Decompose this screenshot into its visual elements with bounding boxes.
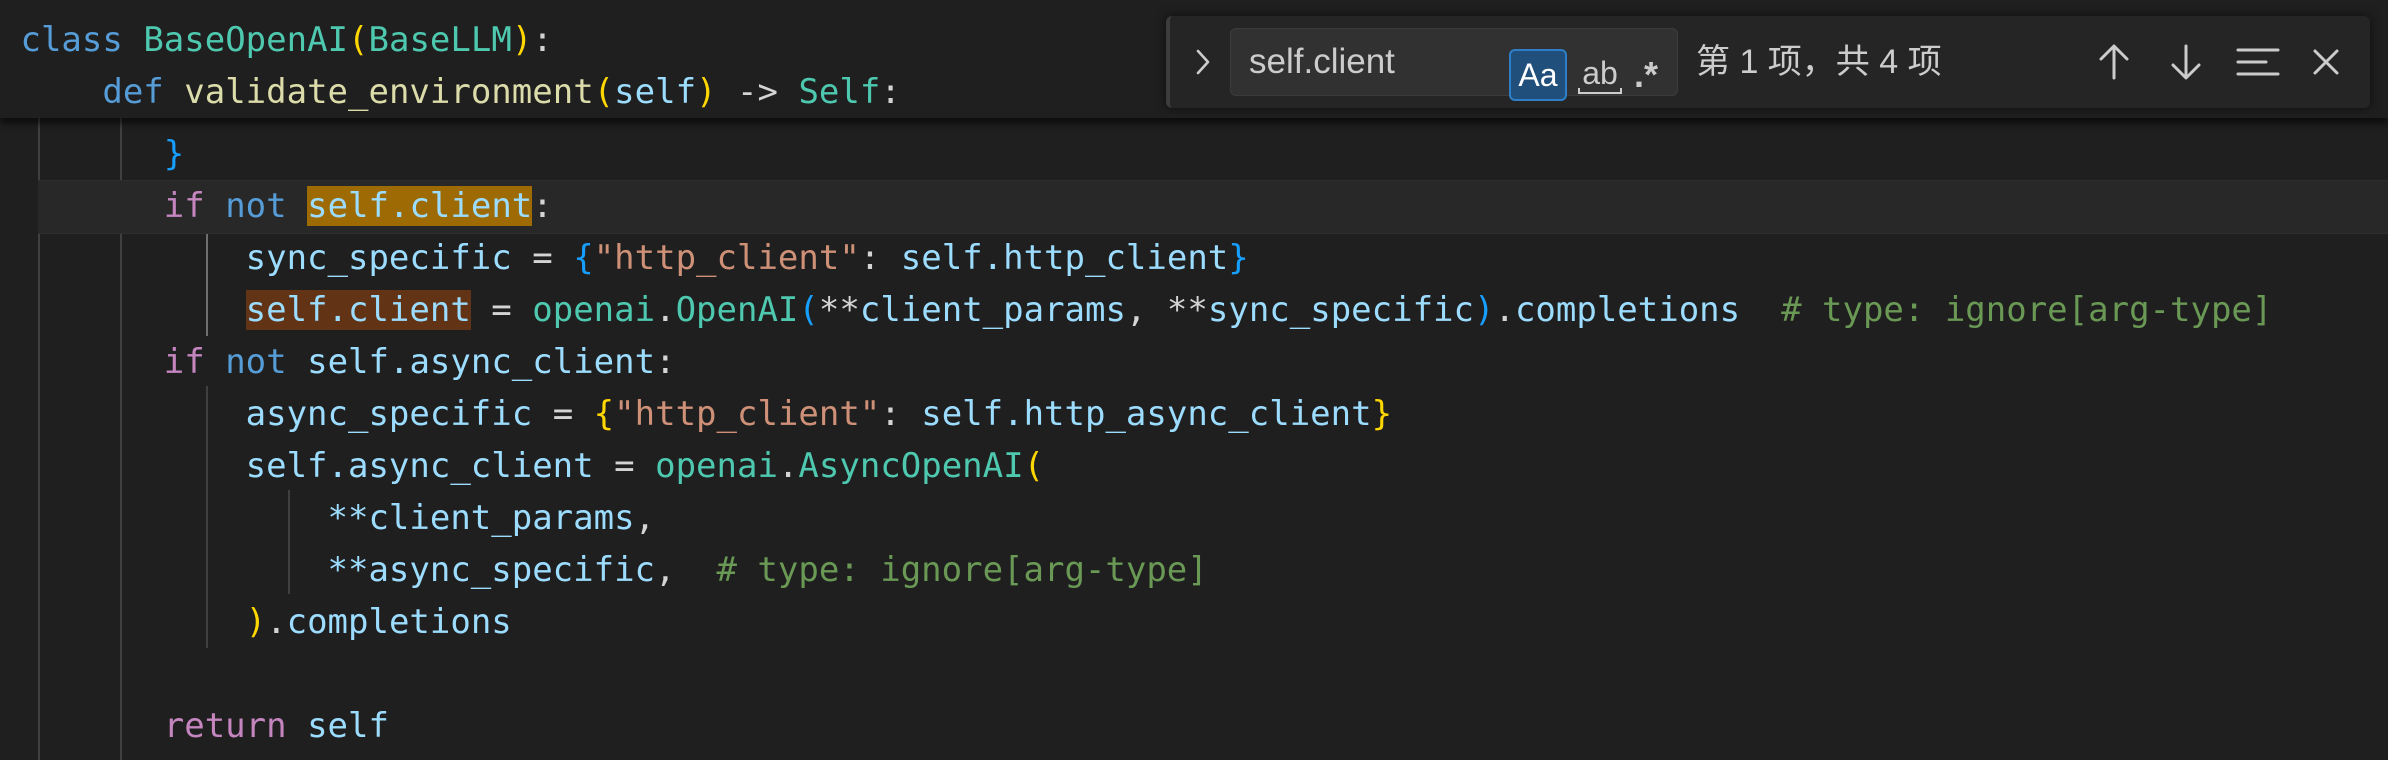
argument: **async_specific — [327, 550, 656, 590]
string-literal: "http_client" — [614, 394, 881, 434]
code-line[interactable]: self.async_client = openai.AsyncOpenAI( — [0, 440, 1044, 492]
close-icon — [2313, 49, 2339, 75]
code-line[interactable]: return self — [0, 700, 389, 752]
return-value: self — [307, 706, 389, 746]
attribute: completions — [1514, 290, 1741, 330]
code-line[interactable]: if not self.async_client: — [0, 336, 676, 388]
closing-brace: } — [163, 134, 185, 174]
code-line[interactable]: } — [0, 128, 184, 180]
keyword-not: not — [225, 186, 287, 226]
class-name: BaseOpenAI — [143, 20, 349, 60]
find-in-selection-button[interactable] — [2232, 36, 2284, 88]
parameter: self — [614, 72, 697, 112]
argument: **client_params — [327, 498, 635, 538]
current-search-match: self.client — [307, 186, 533, 226]
keyword-return: return — [163, 706, 287, 746]
base-class-name: BaseLLM — [368, 20, 512, 60]
attribute-access: self.http_client — [900, 238, 1229, 278]
keyword-if: if — [163, 186, 205, 226]
code-line[interactable]: ).completions — [0, 596, 512, 648]
code-line[interactable]: **async_specific, # type: ignore[arg-typ… — [0, 544, 1208, 596]
variable: sync_specific — [1207, 290, 1474, 330]
match-case-label: Aa — [1518, 56, 1558, 93]
regex-label: .* — [1633, 54, 1658, 95]
close-find-button[interactable] — [2300, 36, 2352, 88]
keyword-not: not — [225, 342, 287, 382]
attribute: completions — [286, 602, 512, 642]
arrow-down-icon — [2171, 44, 2201, 80]
search-match: self.client — [245, 290, 471, 330]
module-name: openai — [532, 290, 656, 330]
string-literal: "http_client" — [593, 238, 860, 278]
keyword-class: class — [20, 20, 123, 60]
find-widget: self.client Aa ab .* 第 1 项，共 4 项 — [1166, 16, 2370, 108]
match-case-toggle[interactable]: Aa — [1509, 49, 1567, 101]
attribute-access: self.async_client — [245, 446, 594, 486]
code-line[interactable]: sync_specific = {"http_client": self.htt… — [0, 232, 1249, 284]
return-arrow: -> — [737, 72, 778, 112]
previous-match-button[interactable] — [2088, 36, 2140, 88]
find-input-value[interactable]: self.client — [1249, 29, 1395, 95]
comment: # type: ignore[arg-type] — [1781, 290, 2273, 330]
class-name: OpenAI — [675, 290, 799, 330]
keyword-def: def — [102, 72, 164, 112]
arrow-up-icon — [2099, 44, 2129, 80]
code-line[interactable]: if not self.client: — [0, 180, 553, 232]
next-match-button[interactable] — [2160, 36, 2212, 88]
variable: sync_specific — [245, 238, 512, 278]
module-name: openai — [655, 446, 778, 486]
toggle-replace-button[interactable] — [1190, 38, 1216, 86]
sticky-line-def[interactable]: def validate_environment(self) -> Self: — [0, 66, 900, 118]
whole-word-underline-icon — [1578, 88, 1622, 94]
attribute-access: self.http_async_client — [921, 394, 1372, 434]
comment: # type: ignore[arg-type] — [716, 550, 1208, 590]
variable: client_params — [859, 290, 1126, 330]
sticky-line-class[interactable]: class BaseOpenAI(BaseLLM): — [0, 14, 552, 66]
chevron-right-icon — [1196, 49, 1210, 75]
keyword-if: if — [163, 342, 205, 382]
code-editor[interactable]: } if not self.client: sync_specific = {"… — [0, 0, 2388, 760]
operator: ** — [818, 290, 860, 330]
class-name: AsyncOpenAI — [798, 446, 1024, 486]
regex-toggle[interactable]: .* — [1617, 49, 1675, 101]
find-input[interactable]: self.client Aa ab .* — [1230, 28, 1678, 101]
code-line[interactable]: async_specific = {"http_client": self.ht… — [0, 388, 1392, 440]
attribute-access: self.async_client — [307, 342, 656, 382]
variable: async_specific — [245, 394, 533, 434]
return-type: Self — [798, 72, 881, 112]
operator: ** — [1166, 290, 1208, 330]
find-in-selection-icon — [2236, 48, 2280, 76]
code-line[interactable]: self.client = openai.OpenAI(**client_par… — [0, 284, 2272, 336]
match-count: 第 1 项，共 4 项 — [1696, 43, 1942, 81]
function-name: validate_environment — [184, 72, 594, 112]
code-line[interactable]: **client_params, — [0, 492, 656, 544]
whole-word-label: ab — [1582, 55, 1618, 91]
